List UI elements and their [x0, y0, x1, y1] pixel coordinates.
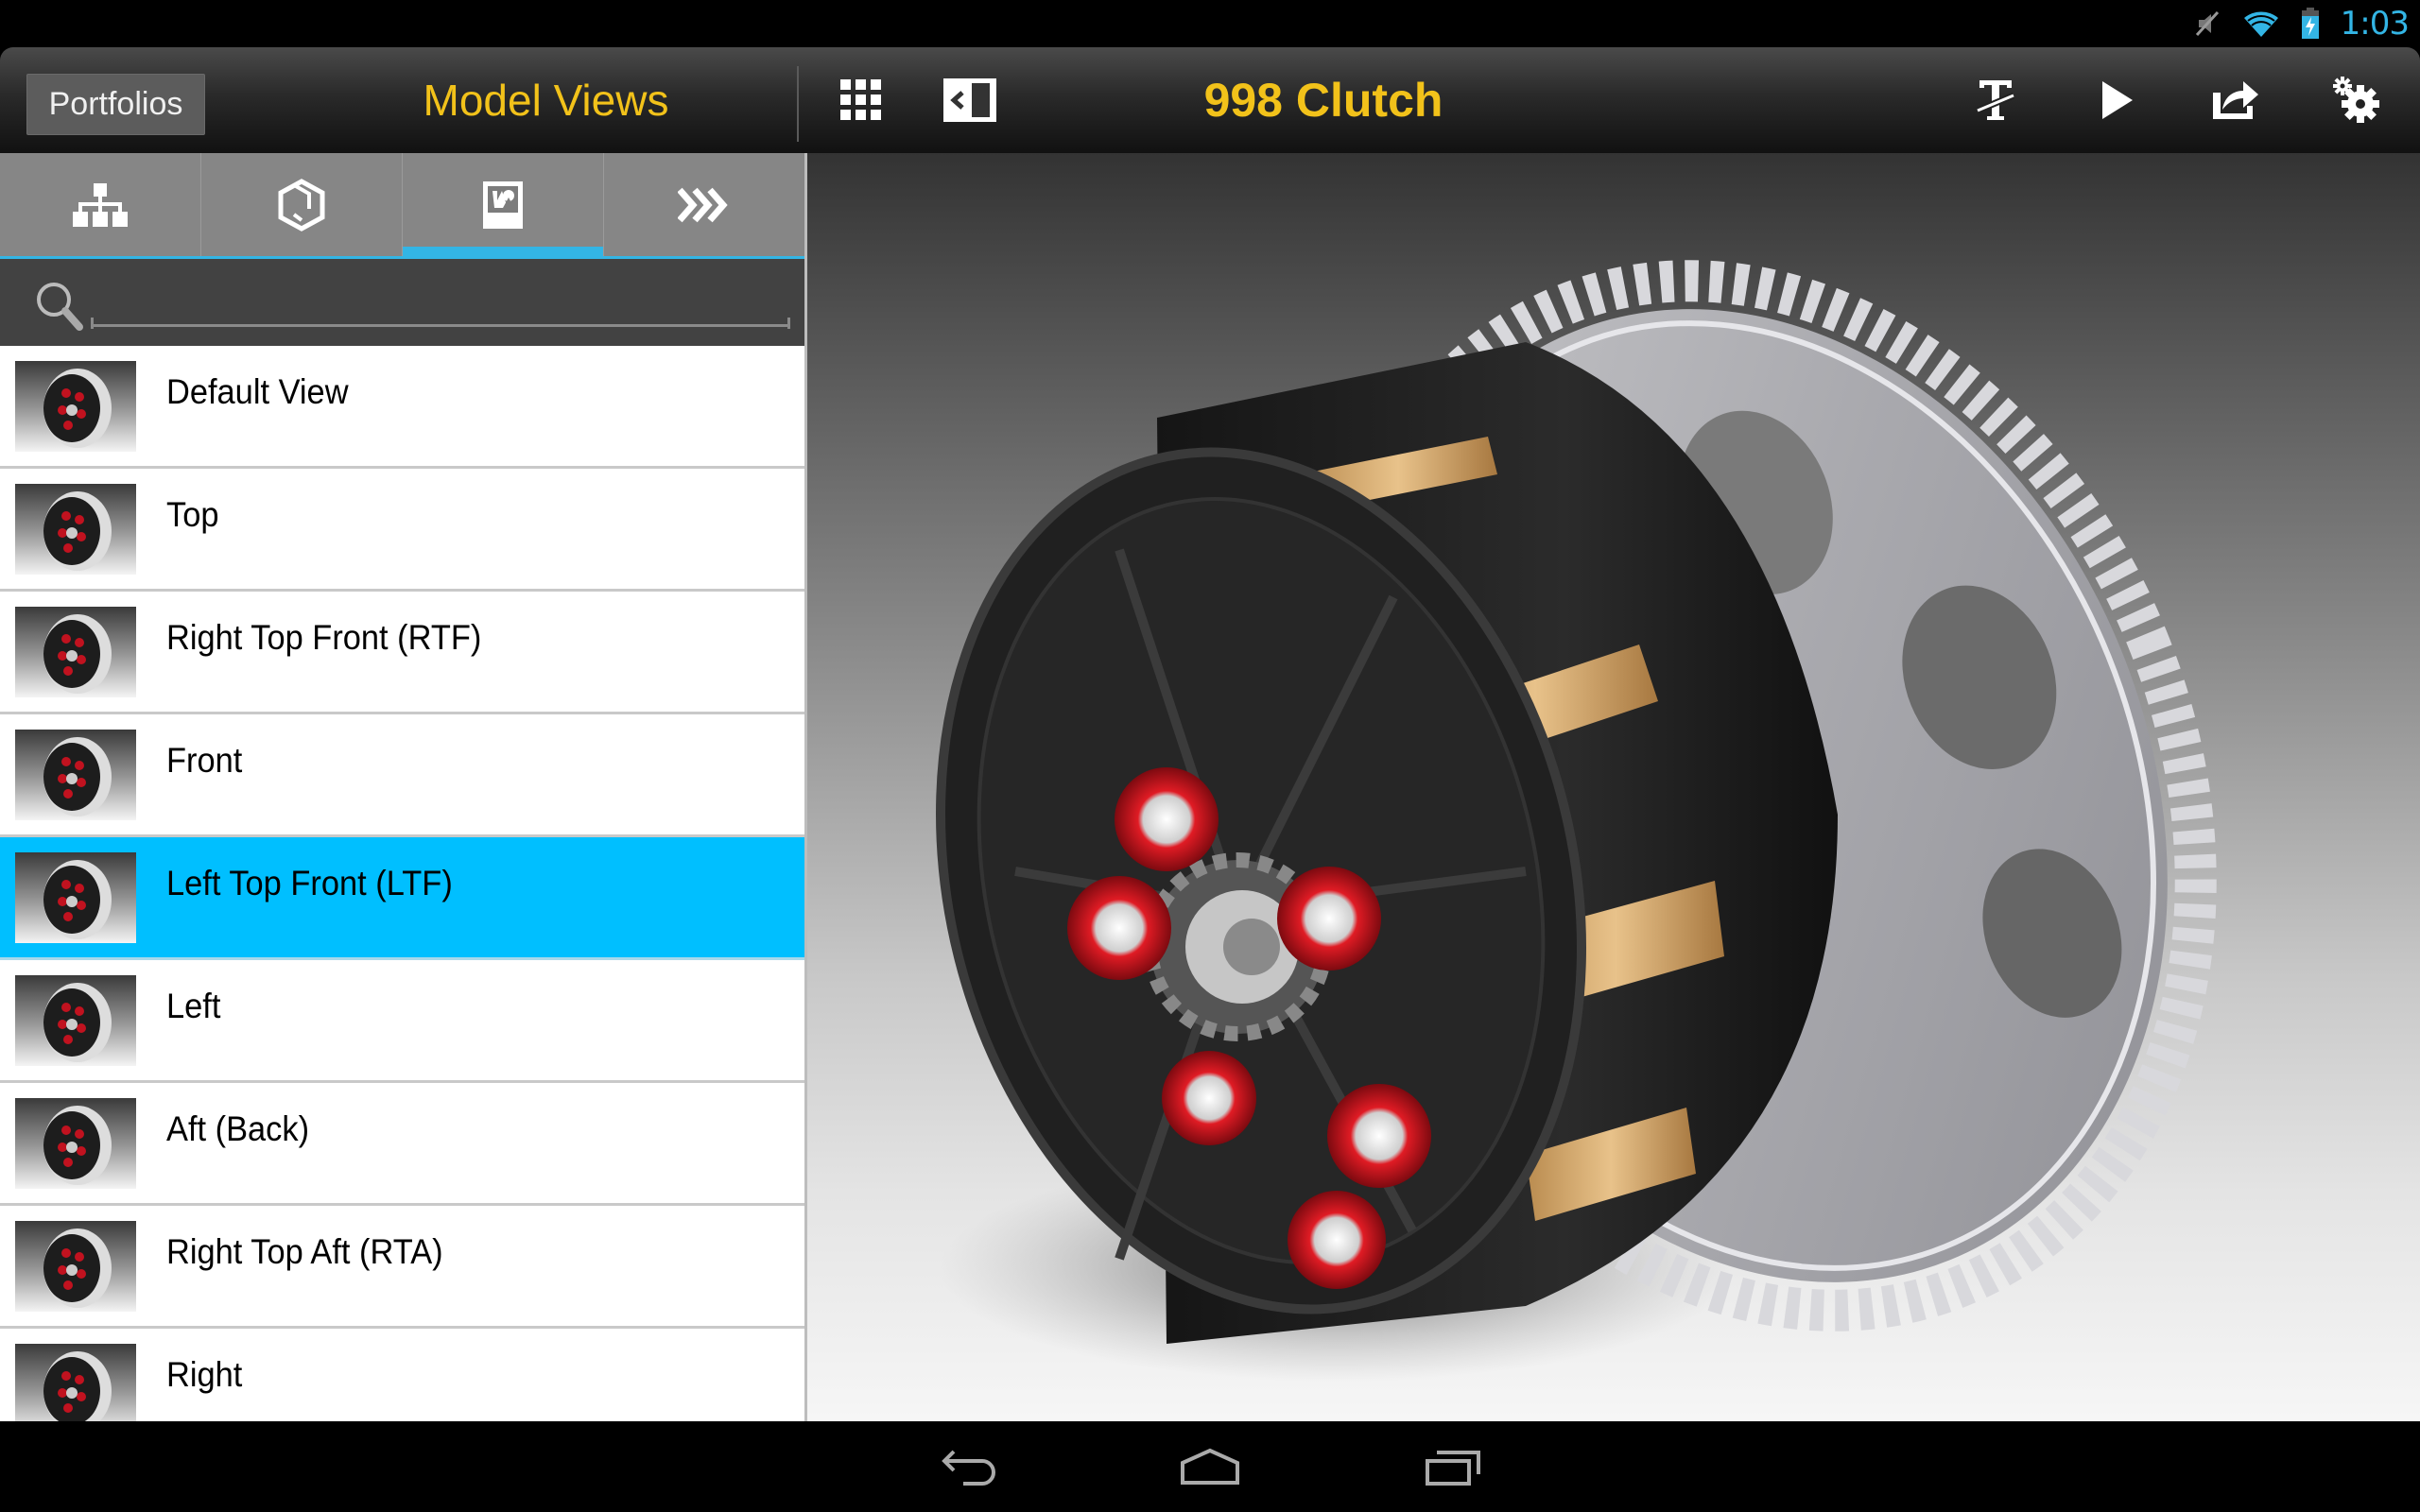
portfolios-button[interactable]: Portfolios — [26, 74, 205, 135]
view-label: Default View — [166, 372, 349, 411]
view-label: Top — [166, 495, 219, 534]
play-icon — [2102, 81, 2133, 119]
home-button[interactable] — [1144, 1421, 1276, 1512]
view-list-item[interactable]: Aft (Back) — [0, 1083, 804, 1206]
more-icon — [678, 187, 728, 222]
view-label: Left — [166, 987, 221, 1025]
app-header: Portfolios Model Views 998 Clutch — [0, 47, 2420, 153]
view-thumbnail — [15, 1344, 136, 1421]
home-icon — [1181, 1448, 1239, 1485]
search-bar — [0, 259, 804, 346]
grid-button[interactable] — [819, 47, 904, 153]
view-list-item[interactable]: Default View — [0, 346, 804, 469]
view-thumbnail — [15, 852, 136, 943]
view-thumbnail — [15, 1098, 136, 1189]
recents-icon — [1426, 1451, 1480, 1486]
panel-title: Model Views — [423, 76, 669, 125]
search-underline-tick — [787, 318, 790, 329]
search-icon — [37, 283, 83, 331]
view-thumbnail — [15, 361, 136, 452]
text-toggle-button[interactable] — [1954, 47, 2039, 153]
mute-icon — [2195, 10, 2219, 37]
text-strike-icon — [1976, 80, 2015, 120]
view-list-item[interactable]: Right — [0, 1329, 804, 1421]
header-divider — [797, 66, 799, 142]
view-label: Right Top Front (RTF) — [166, 618, 482, 657]
wifi-icon — [2243, 11, 2278, 37]
view-label: Right — [166, 1355, 243, 1394]
views-list: Default View Top Right Top Front (RTF) F… — [0, 346, 804, 1421]
back-icon — [942, 1450, 995, 1486]
grid-icon — [840, 79, 881, 120]
view-list-item[interactable]: Right Top Front (RTF) — [0, 592, 804, 714]
share-button[interactable] — [2193, 47, 2278, 153]
views-panel: Default View Top Right Top Front (RTF) F… — [0, 153, 807, 1421]
tab-more[interactable] — [604, 153, 804, 256]
tab-hierarchy[interactable] — [0, 153, 201, 256]
model-icon — [278, 178, 325, 232]
tab-model[interactable] — [201, 153, 403, 256]
system-nav-bar — [0, 1421, 2420, 1512]
collapse-panel-icon — [943, 78, 996, 122]
view-thumbnail — [15, 975, 136, 1066]
share-icon — [2213, 81, 2258, 119]
view-list-item[interactable]: Left — [0, 960, 804, 1083]
model-title: 998 Clutch — [1203, 74, 1443, 127]
back-button[interactable] — [903, 1421, 1035, 1512]
view-label: Front — [166, 741, 243, 780]
view-list-item[interactable]: Front — [0, 714, 804, 837]
view-thumbnail — [15, 730, 136, 820]
recents-button[interactable] — [1387, 1421, 1519, 1512]
view-list-item[interactable]: Left Top Front (LTF) — [0, 837, 804, 960]
search-underline-tick — [91, 318, 94, 329]
clock: 1:03 — [2340, 5, 2410, 43]
status-bar: 1:03 — [0, 0, 2420, 47]
view-label: Aft (Back) — [166, 1109, 310, 1148]
view-thumbnail — [15, 607, 136, 697]
view-list-item[interactable]: Top — [0, 469, 804, 592]
view-thumbnail — [15, 484, 136, 575]
clutch-model-render — [936, 260, 2217, 1382]
view-label: Right Top Aft (RTA) — [166, 1232, 443, 1271]
settings-button[interactable] — [2314, 47, 2399, 153]
panel-tabs — [0, 153, 804, 259]
view-list-item[interactable]: Right Top Aft (RTA) — [0, 1206, 804, 1329]
hierarchy-icon — [73, 182, 128, 227]
tab-views[interactable] — [403, 153, 604, 256]
views-icon — [483, 180, 523, 229]
play-button[interactable] — [2075, 47, 2160, 153]
settings-icon — [2333, 77, 2379, 123]
view-label: Left Top Front (LTF) — [166, 864, 453, 902]
view-thumbnail — [15, 1221, 136, 1312]
collapse-panel-button[interactable] — [927, 47, 1012, 153]
battery-charging-icon — [2301, 8, 2319, 39]
model-viewport[interactable] — [807, 153, 2420, 1421]
search-input[interactable] — [91, 280, 790, 327]
